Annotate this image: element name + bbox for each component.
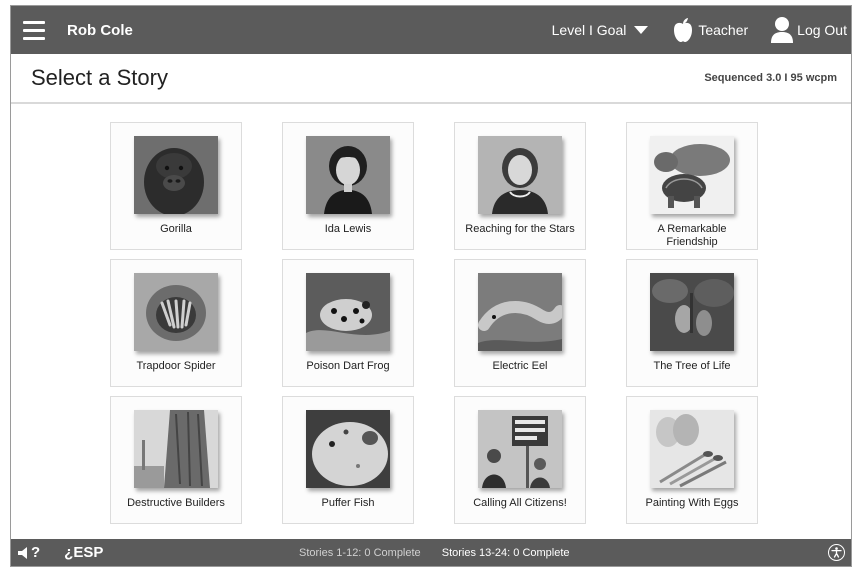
gorilla-image: [134, 136, 218, 214]
citizens-image: [478, 410, 562, 488]
audio-help-label: ?: [31, 544, 41, 561]
puffer-fish-image: [306, 410, 390, 488]
logout-button[interactable]: Log Out: [770, 16, 847, 44]
sequence-info: Sequenced 3.0 I 95 wcpm: [704, 72, 837, 84]
story-card-electric-eel[interactable]: Electric Eel: [454, 259, 586, 387]
tree-fruit-image: [650, 273, 734, 351]
bottom-bar: ? ¿ESP Stories 1-12: 0 Complete Stories …: [11, 539, 851, 566]
eggs-image: [650, 410, 734, 488]
progress-status: Stories 1-12: 0 Complete Stories 13-24: …: [299, 547, 570, 559]
story-title: Puffer Fish: [321, 497, 375, 509]
story-card-destructive-builders[interactable]: Destructive Builders: [110, 396, 242, 524]
story-title: Reaching for the Stars: [465, 223, 575, 235]
teacher-label: Teacher: [698, 22, 749, 38]
page-header: Select a Story Sequenced 3.0 I 95 wcpm: [11, 54, 851, 104]
progress-stories-1-12: Stories 1-12: 0 Complete: [299, 546, 421, 559]
story-card-painting-with-eggs[interactable]: Painting With Eggs: [626, 396, 758, 524]
teacher-button[interactable]: Teacher: [672, 17, 748, 43]
apple-icon: [674, 18, 693, 42]
hamburger-menu-icon[interactable]: [15, 6, 53, 54]
story-title: Painting With Eggs: [645, 497, 739, 509]
frog-image: [306, 273, 390, 351]
story-card-ida-lewis[interactable]: Ida Lewis: [282, 122, 414, 250]
story-title: Ida Lewis: [324, 223, 372, 235]
caret-down-icon: [634, 26, 649, 34]
story-card-puffer-fish[interactable]: Puffer Fish: [282, 396, 414, 524]
top-bar: Rob Cole Level I Goal Teacher Log Out: [11, 6, 851, 54]
story-title: The Tree of Life: [653, 360, 731, 372]
story-card-poison-dart-frog[interactable]: Poison Dart Frog: [282, 259, 414, 387]
story-card-calling-all-citizens[interactable]: Calling All Citizens!: [454, 396, 586, 524]
audio-help-button[interactable]: ?: [17, 544, 40, 561]
story-title: Destructive Builders: [127, 497, 225, 509]
story-card-trapdoor-spider[interactable]: Trapdoor Spider: [110, 259, 242, 387]
story-title: Electric Eel: [492, 360, 548, 372]
app-frame: Rob Cole Level I Goal Teacher Log Out Se…: [10, 5, 852, 567]
story-title: Poison Dart Frog: [306, 360, 390, 372]
speaker-icon: [18, 546, 27, 559]
page-title: Select a Story: [31, 65, 168, 90]
story-card-the-tree-of-life[interactable]: The Tree of Life: [626, 259, 758, 387]
story-card-reaching-for-the-stars[interactable]: Reaching for the Stars: [454, 122, 586, 250]
progress-stories-13-24: Stories 13-24: 0 Complete: [441, 546, 570, 559]
tree-bark-image: [134, 410, 218, 488]
accessibility-icon[interactable]: [828, 544, 845, 561]
story-title: A Remarkable Friendship: [657, 223, 727, 248]
story-grid: Gorilla Ida Lewis Reaching for the Stars…: [110, 122, 758, 524]
level-goal-label: Level I Goal: [551, 22, 627, 38]
story-card-gorilla[interactable]: Gorilla: [110, 122, 242, 250]
story-title: Trapdoor Spider: [136, 360, 216, 372]
user-icon: [771, 17, 794, 43]
story-card-a-remarkable-friendship[interactable]: A Remarkable Friendship: [626, 122, 758, 250]
logout-label: Log Out: [797, 22, 847, 38]
user-name: Rob Cole: [67, 21, 133, 39]
spanish-toggle-button[interactable]: ¿ESP: [64, 544, 103, 561]
astronaut-image: [478, 136, 562, 214]
eel-image: [478, 273, 562, 351]
hippo-tortoise-image: [650, 136, 734, 214]
story-title: Calling All Citizens!: [473, 497, 567, 509]
spider-image: [134, 273, 218, 351]
story-title: Gorilla: [160, 223, 192, 235]
level-goal-dropdown[interactable]: Level I Goal: [552, 22, 649, 38]
portrait-image: [306, 136, 390, 214]
